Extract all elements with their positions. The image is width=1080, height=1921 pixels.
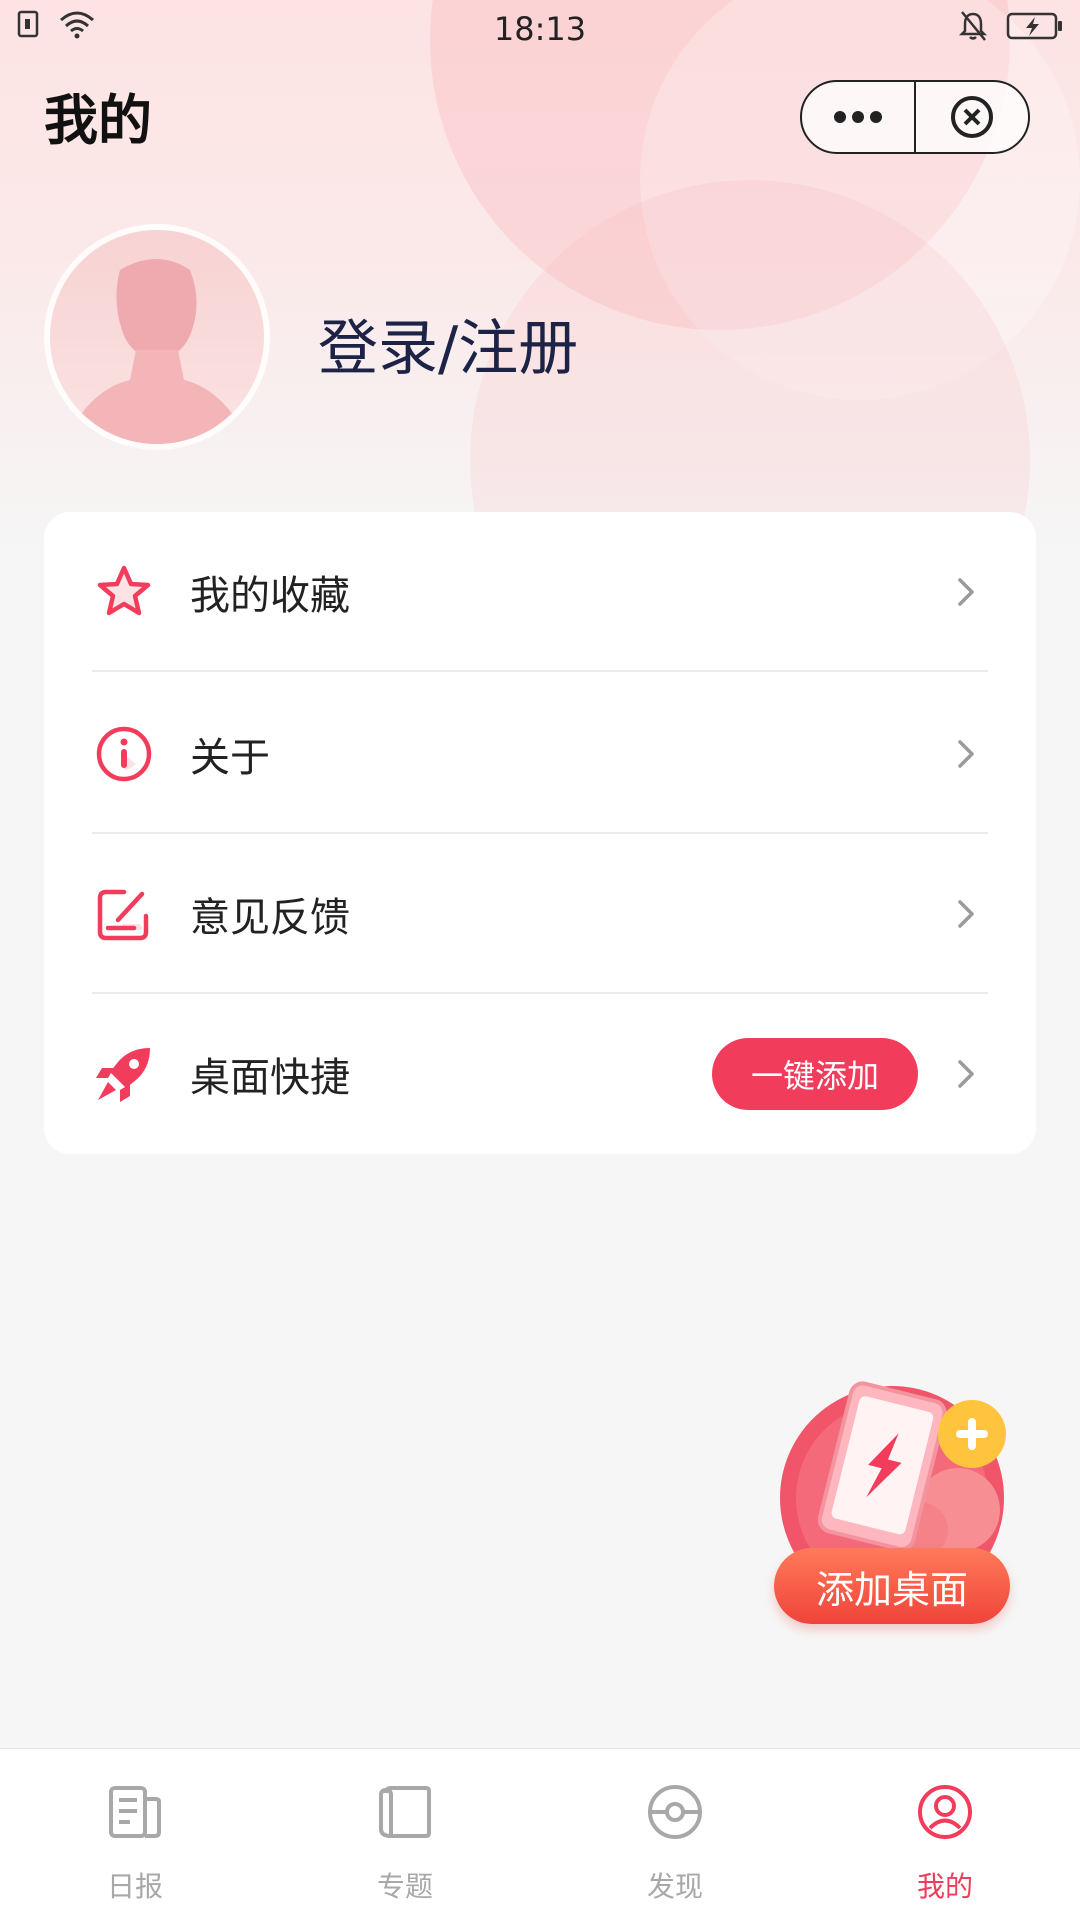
more-dots-icon bbox=[834, 111, 882, 123]
chevron-right-icon bbox=[958, 740, 974, 768]
avatar[interactable] bbox=[44, 224, 270, 450]
rocket-icon bbox=[96, 1048, 150, 1102]
tab-mine[interactable]: 我的 bbox=[810, 1749, 1080, 1921]
login-register-link[interactable]: 登录/注册 bbox=[318, 300, 578, 387]
add-to-desktop-widget[interactable]: 添加桌面 bbox=[770, 1380, 1020, 1630]
chevron-right-icon bbox=[958, 1060, 974, 1088]
menu-item-label: 关于 bbox=[190, 735, 270, 781]
menu-item-feedback[interactable]: 意见反馈 bbox=[44, 834, 1036, 994]
menu-item-desktop-shortcut[interactable]: 桌面快捷 一键添加 bbox=[44, 994, 1036, 1154]
tab-label: 发现 bbox=[646, 1870, 703, 1903]
tab-label: 日报 bbox=[106, 1870, 163, 1903]
bell-muted-icon bbox=[958, 11, 988, 41]
tab-topics[interactable]: 专题 bbox=[270, 1749, 540, 1921]
menu-item-about[interactable]: 关于 bbox=[44, 674, 1036, 834]
menu-card: 我的收藏 关于 意见反馈 桌面快捷 一键添加 bbox=[44, 512, 1036, 1154]
one-click-add-button[interactable]: 一键添加 bbox=[712, 1038, 918, 1110]
compass-icon bbox=[648, 1785, 702, 1839]
user-circle-icon bbox=[918, 1785, 972, 1839]
chevron-right-icon bbox=[958, 900, 974, 928]
add-to-desktop-button[interactable]: 添加桌面 bbox=[774, 1548, 1010, 1624]
more-button[interactable] bbox=[802, 82, 914, 152]
menu-item-label: 意见反馈 bbox=[190, 895, 350, 941]
tab-discover[interactable]: 发现 bbox=[540, 1749, 810, 1921]
tab-label: 专题 bbox=[376, 1870, 433, 1903]
chevron-right-icon bbox=[958, 578, 974, 606]
default-avatar-icon bbox=[64, 259, 250, 444]
newspaper-icon bbox=[109, 1786, 161, 1838]
page-title: 我的 bbox=[44, 89, 152, 152]
tab-daily[interactable]: 日报 bbox=[0, 1749, 270, 1921]
status-bar: 18:13 bbox=[0, 0, 1080, 58]
menu-item-label: 我的收藏 bbox=[190, 573, 350, 619]
battery-charging-icon bbox=[1006, 12, 1062, 40]
feedback-edit-icon bbox=[97, 889, 149, 941]
status-time: 18:13 bbox=[493, 10, 587, 48]
mini-program-capsule bbox=[800, 80, 1030, 154]
book-icon bbox=[379, 1786, 431, 1839]
menu-item-label: 桌面快捷 bbox=[190, 1055, 350, 1101]
star-icon bbox=[97, 565, 151, 616]
bottom-tab-bar: 日报 专题 发现 我的 bbox=[0, 1748, 1080, 1921]
close-circle-icon bbox=[951, 96, 993, 138]
divider bbox=[92, 670, 988, 672]
info-icon bbox=[96, 726, 152, 782]
tab-label: 我的 bbox=[916, 1870, 973, 1903]
close-button[interactable] bbox=[916, 82, 1028, 152]
menu-item-favorites[interactable]: 我的收藏 bbox=[44, 512, 1036, 672]
